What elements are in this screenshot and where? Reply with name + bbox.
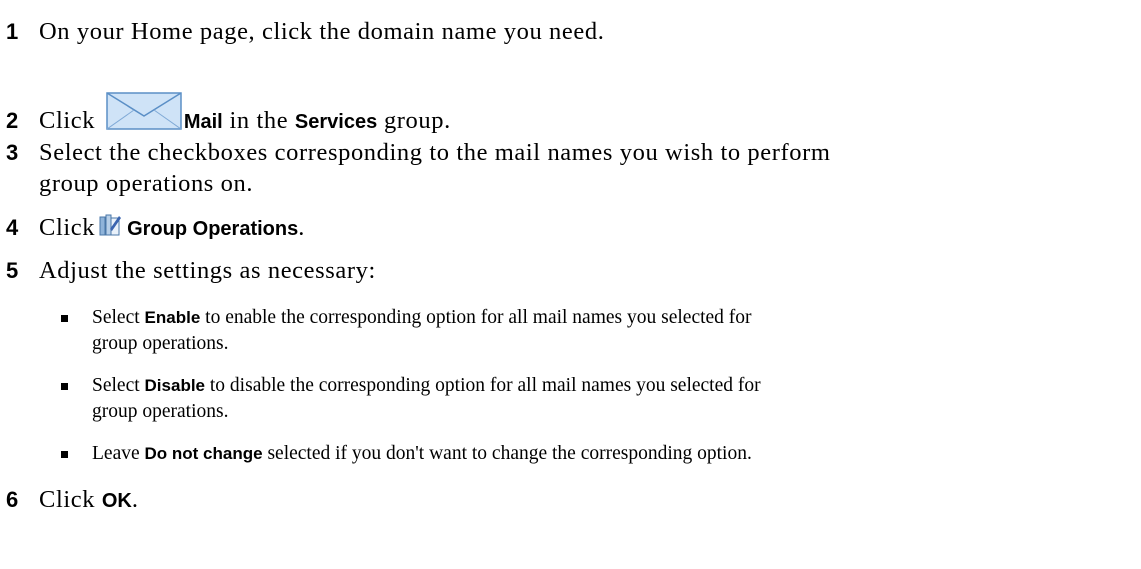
step-text: Click	[39, 107, 96, 134]
step-text: .	[131, 486, 139, 513]
step-3-continuation: group operations on.	[39, 170, 254, 197]
ok-label: OK	[101, 490, 132, 512]
disable-option-label: Disable	[144, 376, 206, 395]
step-text: Click	[39, 486, 96, 513]
bullet-icon	[61, 315, 68, 322]
group-operations-icon	[99, 213, 122, 237]
services-group-label: Services	[294, 111, 378, 133]
group-operations-label: Group Operations	[127, 218, 299, 240]
step-number: 1	[6, 19, 19, 44]
mail-envelope-icon	[106, 92, 182, 130]
bullet-icon	[61, 383, 68, 390]
bullet-disable-continuation: group operations.	[92, 401, 229, 422]
step-text: Select the checkboxes corresponding to t…	[39, 139, 831, 166]
step-text: On your Home page, click the domain name…	[39, 18, 605, 45]
step-4: 4 Click Group Operations.	[6, 212, 305, 245]
step-number: 6	[6, 487, 19, 512]
bullet-icon	[61, 451, 68, 458]
bullet-text: selected if you don't want to change the…	[267, 443, 752, 464]
step-5: 5 Adjust the settings as necessary:	[6, 255, 376, 287]
instruction-document: 1 On your Home page, click the domain nam…	[0, 0, 1141, 569]
step-text: Adjust the settings as necessary:	[39, 257, 376, 284]
step-number: 4	[6, 215, 19, 240]
step-text: in the	[229, 107, 289, 134]
bullet-enable-continuation: group operations.	[92, 333, 229, 354]
step-number: 5	[6, 258, 19, 283]
step-number: 3	[6, 140, 19, 165]
step-3: 3 Select the checkboxes corresponding to …	[6, 137, 831, 169]
enable-option-label: Enable	[144, 308, 201, 327]
bullet-text: to enable the corresponding option for a…	[205, 307, 752, 328]
bullet-text: Select	[92, 375, 140, 396]
bullet-text: Leave	[92, 443, 140, 464]
bullet-text: Select	[92, 307, 140, 328]
step-number: 2	[6, 108, 19, 133]
step-2: 2 Click Mail in the Services group.	[6, 92, 451, 138]
step-text: group.	[383, 107, 451, 134]
mail-service-label: Mail	[183, 111, 223, 133]
step-text: .	[298, 214, 305, 241]
step-6: 6 Click OK.	[6, 484, 139, 517]
do-not-change-option-label: Do not change	[144, 444, 263, 463]
step-text: Click	[39, 214, 96, 241]
bullet-text: to disable the corresponding option for …	[209, 375, 761, 396]
step-1: 1 On your Home page, click the domain nam…	[6, 16, 604, 48]
